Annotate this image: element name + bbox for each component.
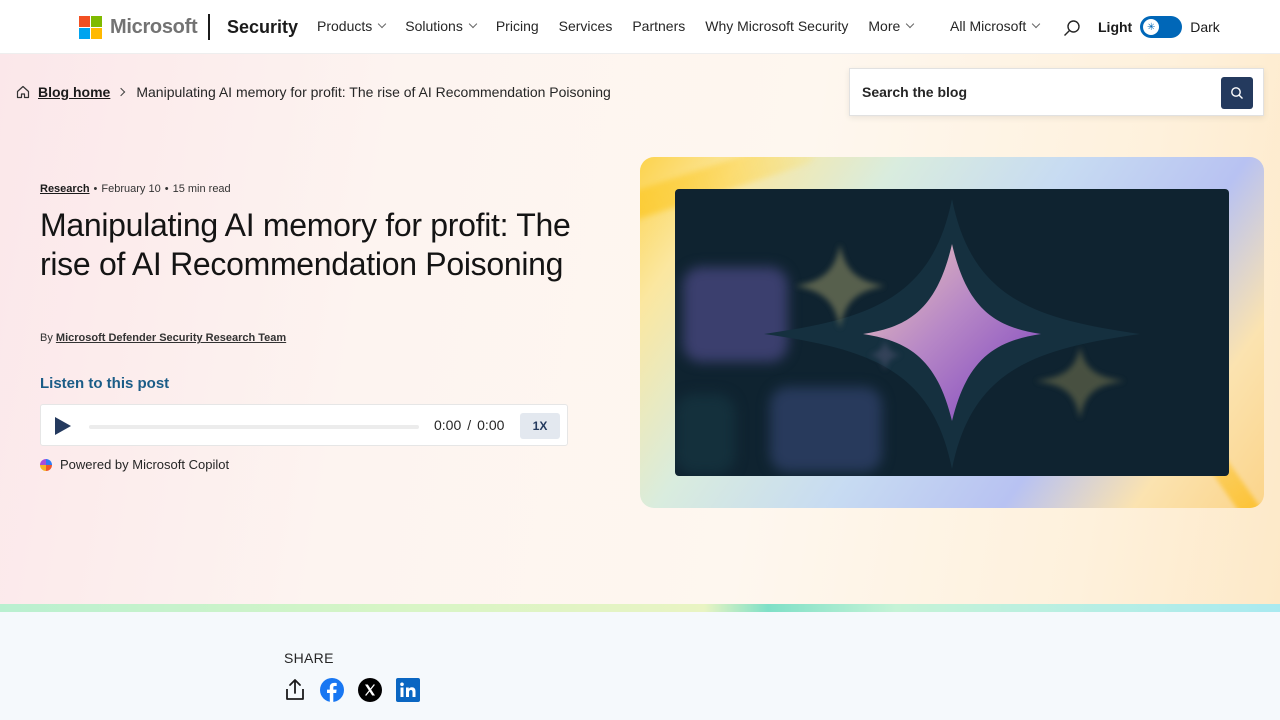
play-icon[interactable]	[55, 417, 71, 435]
post-title: Manipulating AI memory for profit: The r…	[40, 207, 571, 282]
nav-pricing-label: Pricing	[495, 18, 539, 34]
share-section: SHARE	[0, 612, 1280, 720]
nav-pricing[interactable]: Pricing	[496, 18, 539, 34]
nav-services[interactable]: Services	[559, 18, 613, 34]
listen-heading: Listen to this post	[40, 375, 170, 392]
nav-solutions[interactable]: Solutions	[405, 18, 478, 34]
audio-time: 0:00 / 0:00	[434, 417, 504, 433]
all-microsoft-menu[interactable]: All Microsoft	[950, 18, 1041, 34]
all-microsoft-label: All Microsoft	[950, 18, 1027, 34]
post-category-link[interactable]: Research	[40, 183, 90, 195]
nav-products[interactable]: Products	[317, 18, 387, 34]
nav-why-microsoft-security[interactable]: Why Microsoft Security	[705, 18, 848, 34]
byline-prefix: By	[40, 332, 53, 344]
home-icon	[16, 85, 30, 99]
blog-search-button[interactable]	[1221, 77, 1253, 109]
nav-partners[interactable]: Partners	[632, 18, 685, 34]
audio-time-separator: /	[467, 417, 472, 433]
search-icon	[1231, 87, 1243, 99]
breadcrumb-current: Manipulating AI memory for profit: The r…	[136, 84, 611, 100]
chevron-down-icon	[906, 19, 915, 29]
chevron-down-icon	[468, 19, 478, 29]
audio-current-time: 0:00	[434, 417, 462, 433]
theme-light-label: Light	[1098, 19, 1133, 35]
powered-by-text: Powered by Microsoft Copilot	[60, 457, 230, 472]
blog-search-box	[849, 68, 1264, 116]
sparkle-illustration	[764, 199, 1140, 469]
audio-progress-track[interactable]	[89, 425, 419, 429]
share-icon[interactable]	[284, 678, 306, 702]
share-icons	[284, 678, 420, 702]
meta-separator: •	[93, 183, 98, 195]
security-home-link[interactable]: Security	[227, 17, 298, 38]
hero-illustration	[640, 157, 1264, 508]
sun-icon: ✳	[1143, 19, 1160, 35]
hero-bottom-strip	[0, 604, 1280, 612]
microsoft-logo-link[interactable]: Microsoft	[79, 16, 198, 39]
nav-more[interactable]: More	[868, 18, 915, 34]
main-nav: Products Solutions Pricing Services Part…	[317, 18, 933, 34]
nav-partners-label: Partners	[632, 18, 686, 34]
breadcrumb-blog-home-link[interactable]: Blog home	[38, 84, 110, 100]
illustration-screen	[675, 189, 1229, 476]
nav-products-label: Products	[317, 18, 373, 34]
linkedin-icon[interactable]	[396, 678, 420, 702]
post-byline: By Microsoft Defender Security Research …	[40, 332, 286, 344]
audio-player: 0:00 / 0:00 1X	[40, 404, 568, 446]
nav-more-label: More	[868, 18, 901, 34]
microsoft-logo-icon	[79, 16, 102, 39]
post-author-link[interactable]: Microsoft Defender Security Research Tea…	[56, 332, 286, 344]
audio-duration: 0:00	[477, 417, 505, 433]
post-meta: Research • February 10 • 15 min read	[40, 183, 231, 195]
search-icon[interactable]	[1063, 19, 1081, 37]
nav-solutions-label: Solutions	[405, 18, 463, 34]
blog-search-input[interactable]	[850, 69, 1210, 115]
theme-switcher: Light ✳ Dark	[1098, 16, 1220, 38]
breadcrumb: Blog home Manipulating AI memory for pro…	[16, 84, 611, 100]
powered-by-copilot: Powered by Microsoft Copilot	[40, 457, 229, 472]
theme-toggle[interactable]: ✳	[1140, 16, 1183, 38]
facebook-icon[interactable]	[320, 678, 344, 702]
copilot-icon	[40, 458, 52, 471]
header-divider	[208, 14, 210, 40]
share-label: SHARE	[284, 650, 334, 666]
meta-separator: •	[164, 183, 169, 195]
nav-services-label: Services	[558, 18, 613, 34]
chevron-down-icon	[1031, 19, 1041, 29]
chevron-right-icon	[117, 87, 126, 97]
playback-speed-button[interactable]: 1X	[520, 413, 560, 439]
chevron-down-icon	[378, 19, 387, 29]
microsoft-wordmark: Microsoft	[110, 16, 198, 38]
x-icon[interactable]	[358, 678, 382, 702]
post-date: February 10	[101, 183, 161, 195]
post-read-time: 15 min read	[172, 183, 231, 195]
top-navigation-bar: Microsoft Security Products Solutions Pr…	[0, 0, 1280, 54]
theme-dark-label: Dark	[1190, 19, 1220, 35]
nav-why-label: Why Microsoft Security	[705, 18, 849, 34]
